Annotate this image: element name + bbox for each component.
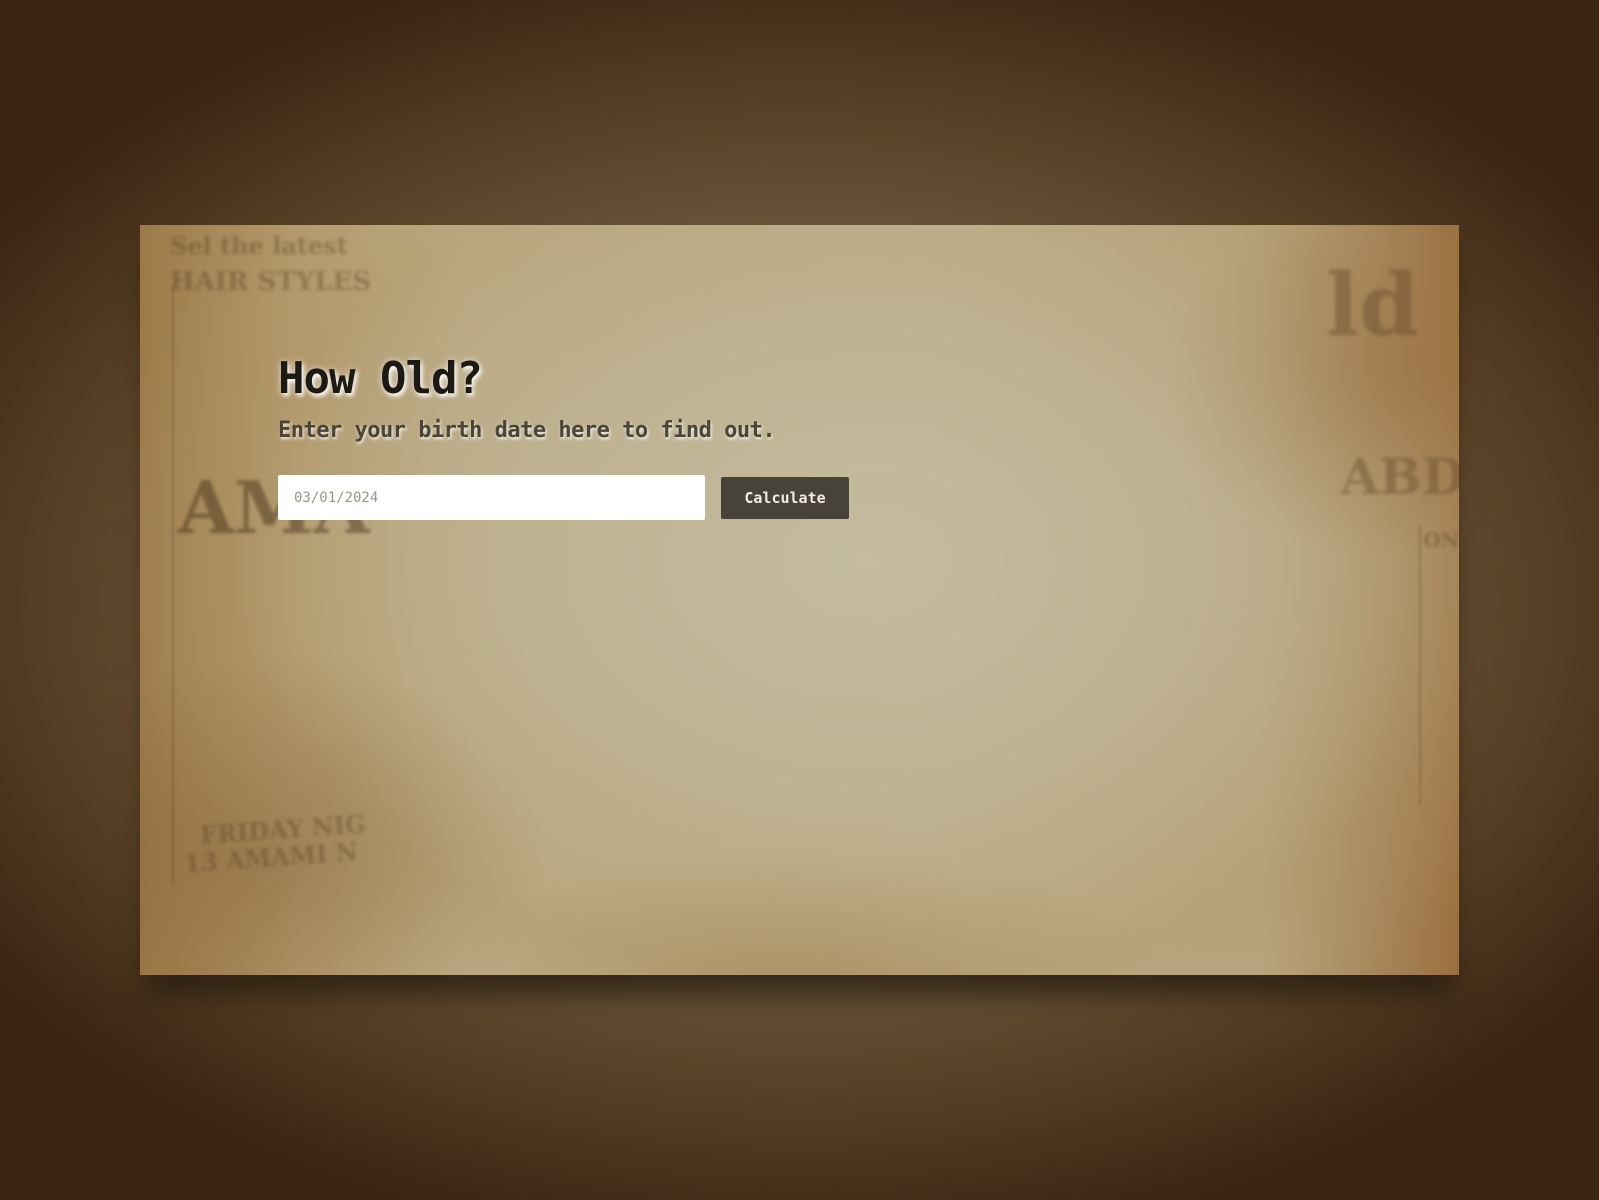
background-newspaper-text: ld (1326, 255, 1419, 356)
background-newspaper-text: HAIR STYLES (170, 267, 372, 297)
background-newspaper-text: 13 AMAMI N (183, 836, 359, 879)
background-newspaper-text: Sel the latest (170, 231, 348, 260)
calculate-button[interactable]: Calculate (721, 476, 849, 519)
main-content: How Old? Enter your birth date here to f… (278, 353, 849, 520)
birthdate-input[interactable] (278, 475, 705, 520)
background-newspaper-text: ABD (1340, 447, 1459, 506)
app-card: Sel the latest HAIR STYLES AMA FRIDAY NI… (140, 225, 1459, 975)
background-newspaper-text: FRIDAY NIG (199, 809, 367, 850)
background-newspaper-text: ON (1423, 528, 1459, 552)
background-column-rule (1419, 525, 1421, 805)
birthdate-form: Calculate (278, 475, 849, 520)
background-column-rule (172, 285, 174, 885)
page-subtitle: Enter your birth date here to find out. (278, 418, 776, 443)
page-title: How Old? (278, 353, 483, 404)
